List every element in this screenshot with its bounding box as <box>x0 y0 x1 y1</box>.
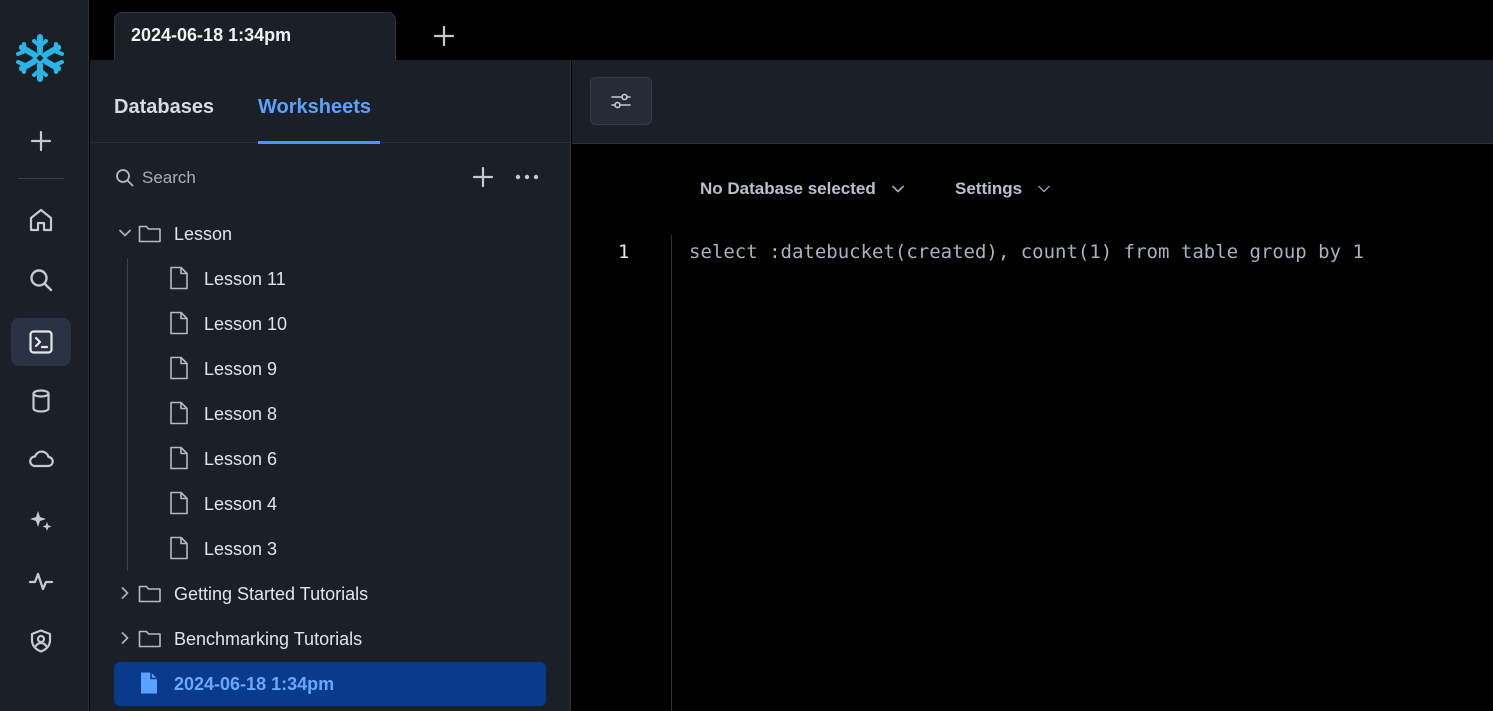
database-selector-label: No Database selected <box>700 179 876 198</box>
worksheet-item[interactable]: Lesson 10 <box>114 302 546 346</box>
object-explorer-panel: Databases Worksheets Lesson Less <box>90 60 571 711</box>
tab-databases[interactable]: Databases <box>114 96 214 119</box>
editor-gutter-divider <box>671 235 672 711</box>
file-icon <box>170 311 188 335</box>
rail-divider <box>18 178 64 179</box>
left-nav-rail <box>0 0 89 711</box>
folder-icon <box>138 585 161 603</box>
worksheet-item-selected[interactable]: 2024-06-18 1:34pm <box>114 662 546 706</box>
folder-label: Benchmarking Tutorials <box>174 629 363 649</box>
activity-icon[interactable] <box>11 557 71 605</box>
worksheet-label: Lesson 3 <box>204 539 278 559</box>
file-icon <box>170 446 188 470</box>
cloud-icon[interactable] <box>11 436 71 484</box>
chevron-down-icon <box>1038 185 1050 193</box>
line-number: 1 <box>618 241 630 263</box>
folder-label: Lesson <box>174 224 233 244</box>
plus-icon <box>472 166 494 188</box>
search-row <box>90 144 571 206</box>
chevron-right-icon <box>121 632 129 644</box>
add-worksheet-button[interactable] <box>470 164 496 190</box>
worksheet-item[interactable]: Lesson 3 <box>114 527 546 571</box>
search-input[interactable] <box>142 166 402 190</box>
ai-sparkle-icon[interactable] <box>11 497 71 545</box>
file-icon <box>170 401 188 425</box>
worksheet-label: Lesson 8 <box>204 404 278 424</box>
worksheet-tab-bar: 2024-06-18 1:34pm <box>90 0 1493 60</box>
worksheet-item[interactable]: Lesson 8 <box>114 392 546 436</box>
ellipsis-icon <box>515 174 539 180</box>
file-icon <box>170 266 188 290</box>
worksheet-label: 2024-06-18 1:34pm <box>174 674 335 694</box>
folder-benchmarking-tutorials[interactable]: Benchmarking Tutorials <box>114 617 546 661</box>
file-icon <box>170 536 188 560</box>
more-options-button[interactable] <box>513 164 541 190</box>
file-icon <box>170 356 188 380</box>
database-icon[interactable] <box>11 377 71 425</box>
app-window: 2024-06-18 1:34pm Databases Worksheets S… <box>0 0 1493 711</box>
folder-icon <box>138 630 161 648</box>
worksheet-tab[interactable]: 2024-06-18 1:34pm <box>114 12 396 60</box>
home-icon[interactable] <box>11 196 71 244</box>
chevron-right-icon <box>121 587 129 599</box>
admin-shield-icon[interactable] <box>11 617 71 665</box>
file-icon <box>170 491 188 515</box>
new-tab-button[interactable] <box>430 22 458 50</box>
search-icon <box>116 169 134 187</box>
chevron-down-icon <box>891 185 904 193</box>
worksheet-tab-label: 2024-06-18 1:34pm <box>131 25 292 45</box>
worksheet-item[interactable]: Lesson 11 <box>114 257 546 301</box>
folder-lesson[interactable]: Lesson <box>114 212 546 256</box>
worksheets-icon[interactable] <box>11 318 71 366</box>
sql-editor[interactable]: No Database selected Settings 1 select :… <box>572 145 1493 711</box>
folder-getting-started-tutorials[interactable]: Getting Started Tutorials <box>114 572 546 616</box>
worksheet-label: Lesson 11 <box>204 269 286 289</box>
filter-settings-button[interactable] <box>590 77 652 125</box>
worksheet-item[interactable]: Lesson 4 <box>114 482 546 526</box>
search-icon[interactable] <box>11 256 71 304</box>
worksheet-item[interactable]: Lesson 9 <box>114 347 546 391</box>
worksheet-label: Lesson 9 <box>204 359 278 379</box>
worksheet-label: Lesson 4 <box>204 494 278 514</box>
code-line[interactable]: select :datebucket(created), count(1) fr… <box>689 241 1364 263</box>
plus-icon <box>433 25 455 47</box>
create-icon[interactable] <box>11 117 71 165</box>
snowflake-logo-icon[interactable] <box>15 33 65 83</box>
folder-icon <box>138 225 161 243</box>
sliders-icon <box>611 93 631 109</box>
editor-toolbar <box>572 60 1493 144</box>
panel-tabs: Databases Worksheets <box>90 60 571 144</box>
database-selector[interactable]: No Database selected <box>700 179 906 199</box>
tab-worksheets[interactable]: Worksheets <box>258 96 371 119</box>
settings-label: Settings <box>955 179 1023 198</box>
file-filled-icon <box>141 672 157 694</box>
worksheet-label: Lesson 10 <box>204 314 288 334</box>
worksheet-label: Lesson 6 <box>204 449 278 469</box>
folder-label: Getting Started Tutorials <box>174 584 369 604</box>
settings-dropdown[interactable]: Settings <box>955 179 1052 199</box>
chevron-down-icon <box>119 229 131 237</box>
worksheet-item[interactable]: Lesson 6 <box>114 437 546 481</box>
